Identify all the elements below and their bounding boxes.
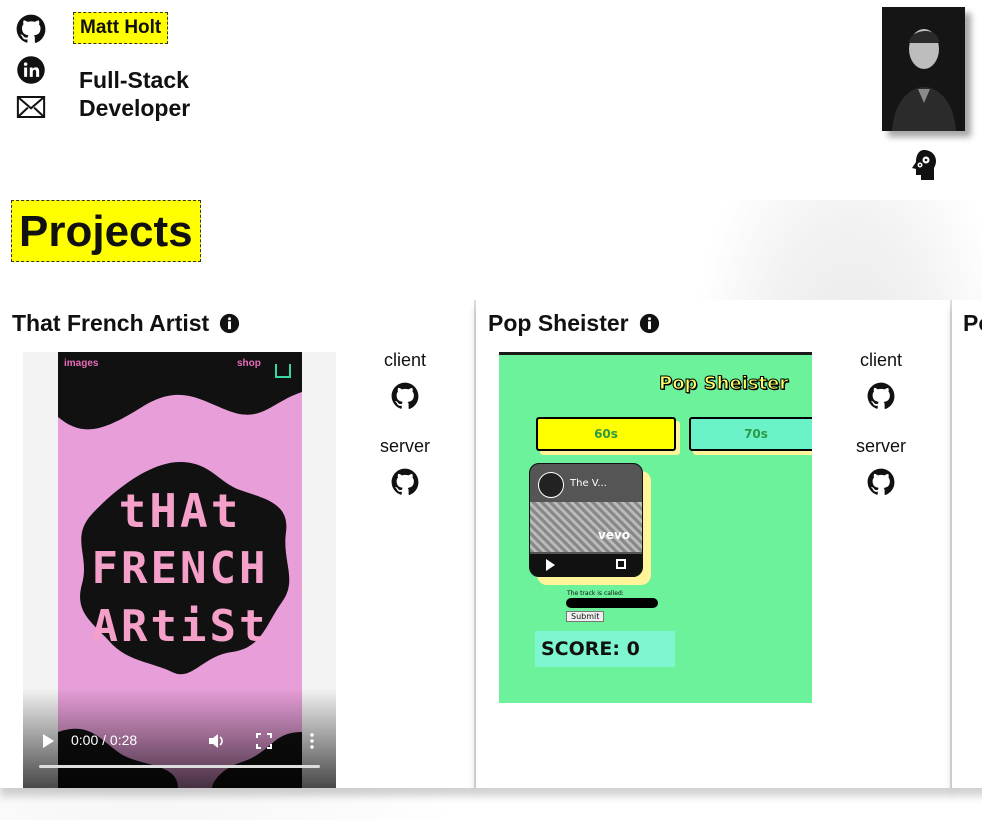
video-thumbnail (530, 502, 642, 552)
repo-links: client server (365, 350, 445, 522)
submit-button: Submit (566, 611, 605, 622)
channel-avatar (538, 472, 564, 498)
fullscreen-icon[interactable] (255, 732, 273, 750)
guess-label: The track is called: (567, 590, 624, 597)
github-icon[interactable] (16, 14, 46, 44)
info-icon[interactable] (219, 313, 240, 334)
logo-text: tHAt FRENCH ARtiSt (58, 482, 302, 656)
fullscreen-icon (616, 559, 626, 569)
guess-input (566, 598, 658, 608)
info-icon[interactable] (639, 313, 660, 334)
play-icon (546, 559, 555, 571)
job-title: Full-Stack Developer (79, 67, 191, 121)
more-options-icon[interactable] (303, 732, 321, 750)
project-title-text: That French Artist (12, 310, 210, 336)
project-title: Po (963, 310, 982, 336)
projects-heading: Projects (11, 200, 201, 262)
project-title-text: Pop Sheister (488, 310, 629, 336)
video-time: 0:00 / 0:28 (71, 732, 138, 748)
embedded-video-title: The V... (570, 478, 607, 489)
video-progress-bar[interactable] (39, 765, 320, 768)
decade-button-60s: 60s (536, 417, 676, 451)
repo-links: client server (841, 350, 921, 522)
play-icon[interactable] (39, 732, 57, 750)
name-badge: Matt Holt (73, 12, 169, 44)
embedded-video: The V... vevo (529, 463, 643, 577)
avatar (882, 7, 965, 131)
client-label: client (383, 350, 427, 370)
decade-button-70s: 70s (689, 417, 812, 451)
embedded-video-controls (530, 554, 642, 576)
volume-icon[interactable] (207, 732, 225, 750)
project-card: Po (952, 300, 982, 788)
vevo-logo: vevo (598, 528, 631, 542)
mail-icon[interactable] (16, 92, 46, 122)
client-github-icon[interactable] (391, 382, 419, 410)
nav-images-link[interactable]: images (64, 358, 98, 369)
project-card: Pop Sheister Pop Sheister 60s 70s The V.… (476, 300, 953, 788)
server-label: server (855, 436, 906, 456)
brain-gears-icon[interactable] (908, 148, 940, 182)
project-card: That French Artist images shop tHAt FREN… (0, 300, 477, 788)
score-display: SCORE: 0 (535, 631, 675, 667)
project-title: Pop Sheister (488, 310, 660, 337)
linkedin-icon[interactable] (16, 55, 46, 85)
server-github-icon[interactable] (391, 468, 419, 496)
nav-shop-link[interactable]: shop (237, 358, 261, 369)
project-title: That French Artist (12, 310, 240, 337)
project-video[interactable]: images shop tHAt FRENCH ARtiSt 0:00 / 0:… (23, 352, 336, 788)
logo-line: ARtiSt (91, 601, 269, 652)
project-screenshot[interactable]: Pop Sheister 60s 70s The V... vevo The t… (499, 352, 812, 703)
cart-icon[interactable] (275, 364, 291, 378)
app-title: Pop Sheister (658, 373, 789, 395)
logo-line: tHAt (118, 484, 242, 538)
server-github-icon[interactable] (867, 468, 895, 496)
video-controls: 0:00 / 0:28 (23, 688, 336, 788)
server-label: server (379, 436, 430, 456)
client-github-icon[interactable] (867, 382, 895, 410)
client-label: client (859, 350, 903, 370)
logo-line: FRENCH (91, 543, 269, 594)
